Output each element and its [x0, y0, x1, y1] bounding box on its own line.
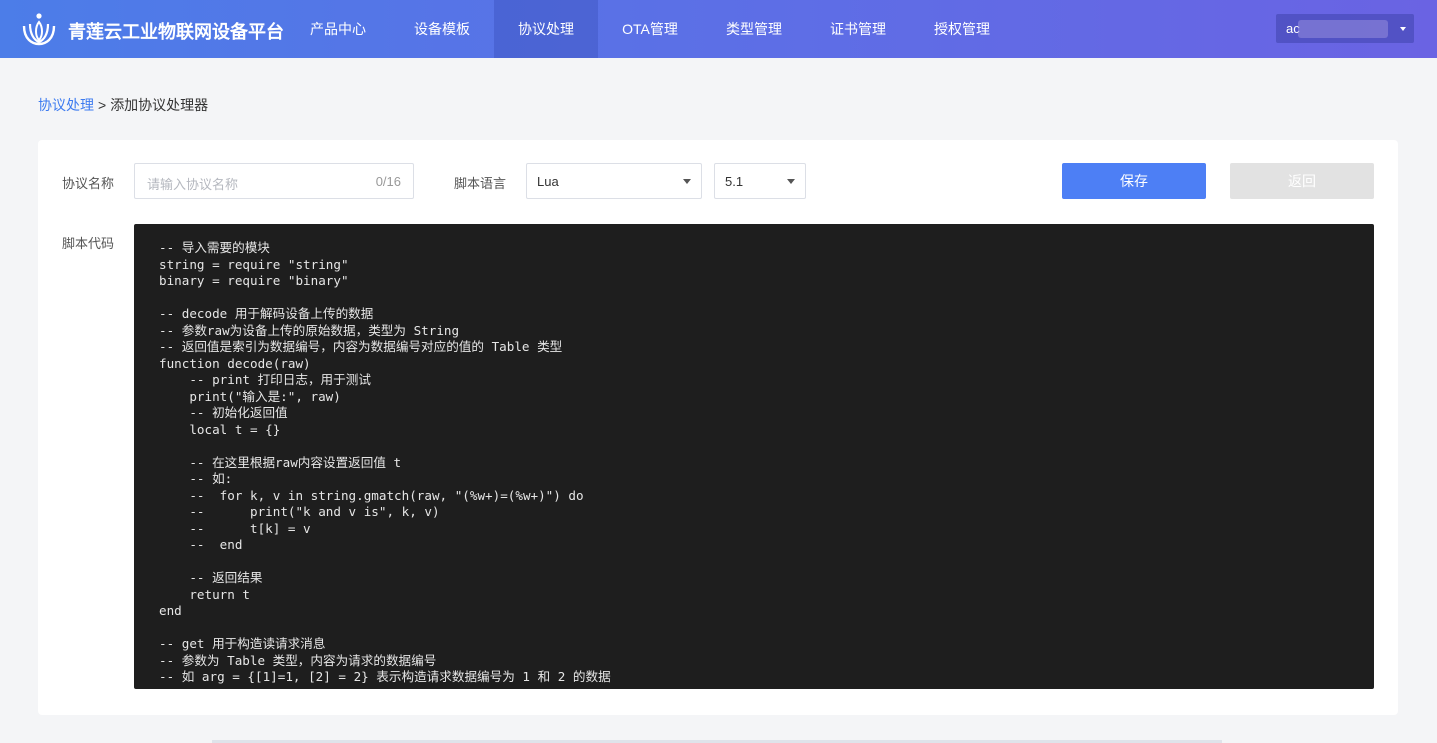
breadcrumb-current: 添加协议处理器 [110, 97, 209, 113]
script-language-label: 脚本语言 [454, 176, 507, 191]
chevron-down-icon [787, 179, 795, 184]
code-editor[interactable]: -- 导入需要的模块 string = require "string" bin… [134, 224, 1374, 689]
protocol-name-label: 协议名称 [62, 176, 115, 191]
language-version-select[interactable]: 5.1 [714, 163, 806, 199]
language-version-value: 5.1 [725, 174, 744, 189]
script-language-value: Lua [537, 174, 559, 189]
nav-item-protocol-processing[interactable]: 协议处理 [494, 0, 598, 58]
nav-item-authorization-management[interactable]: 授权管理 [910, 0, 1014, 58]
protocol-name-input[interactable]: 请输入协议名称 0/16 [134, 163, 414, 199]
script-code-label: 脚本代码 [62, 236, 115, 251]
nav-item-certificate-management[interactable]: 证书管理 [806, 0, 910, 58]
breadcrumb-separator: > [98, 97, 107, 113]
form-card: 协议名称 请输入协议名称 0/16 脚本语言 Lua 5.1 保存 返回 脚本代… [38, 140, 1398, 715]
chevron-down-icon [683, 179, 691, 184]
breadcrumb-link-protocol[interactable]: 协议处理 [38, 97, 94, 113]
main-nav: 产品中心 设备模板 协议处理 OTA管理 类型管理 证书管理 授权管理 [286, 0, 1014, 58]
protocol-name-placeholder: 请输入协议名称 [147, 177, 239, 192]
nav-item-type-management[interactable]: 类型管理 [702, 0, 806, 58]
user-account-dropdown[interactable]: ac [1276, 14, 1414, 43]
nav-item-device-template[interactable]: 设备模板 [390, 0, 494, 58]
platform-title: 青莲云工业物联网设备平台 [68, 22, 284, 42]
character-counter: 0/16 [375, 174, 401, 189]
script-language-select[interactable]: Lua [526, 163, 702, 199]
redacted-username [1298, 20, 1388, 38]
breadcrumb: 协议处理 > 添加协议处理器 [38, 95, 208, 115]
save-button[interactable]: 保存 [1062, 163, 1206, 199]
chevron-down-icon [1400, 27, 1406, 31]
code-content: -- 导入需要的模块 string = require "string" bin… [159, 240, 611, 684]
back-button[interactable]: 返回 [1230, 163, 1374, 199]
nav-item-ota-management[interactable]: OTA管理 [598, 0, 702, 58]
nav-item-product-center[interactable]: 产品中心 [286, 0, 390, 58]
top-navigation-bar: 青莲云工业物联网设备平台 产品中心 设备模板 协议处理 OTA管理 类型管理 证… [0, 0, 1437, 58]
lotus-logo-icon [22, 13, 56, 46]
